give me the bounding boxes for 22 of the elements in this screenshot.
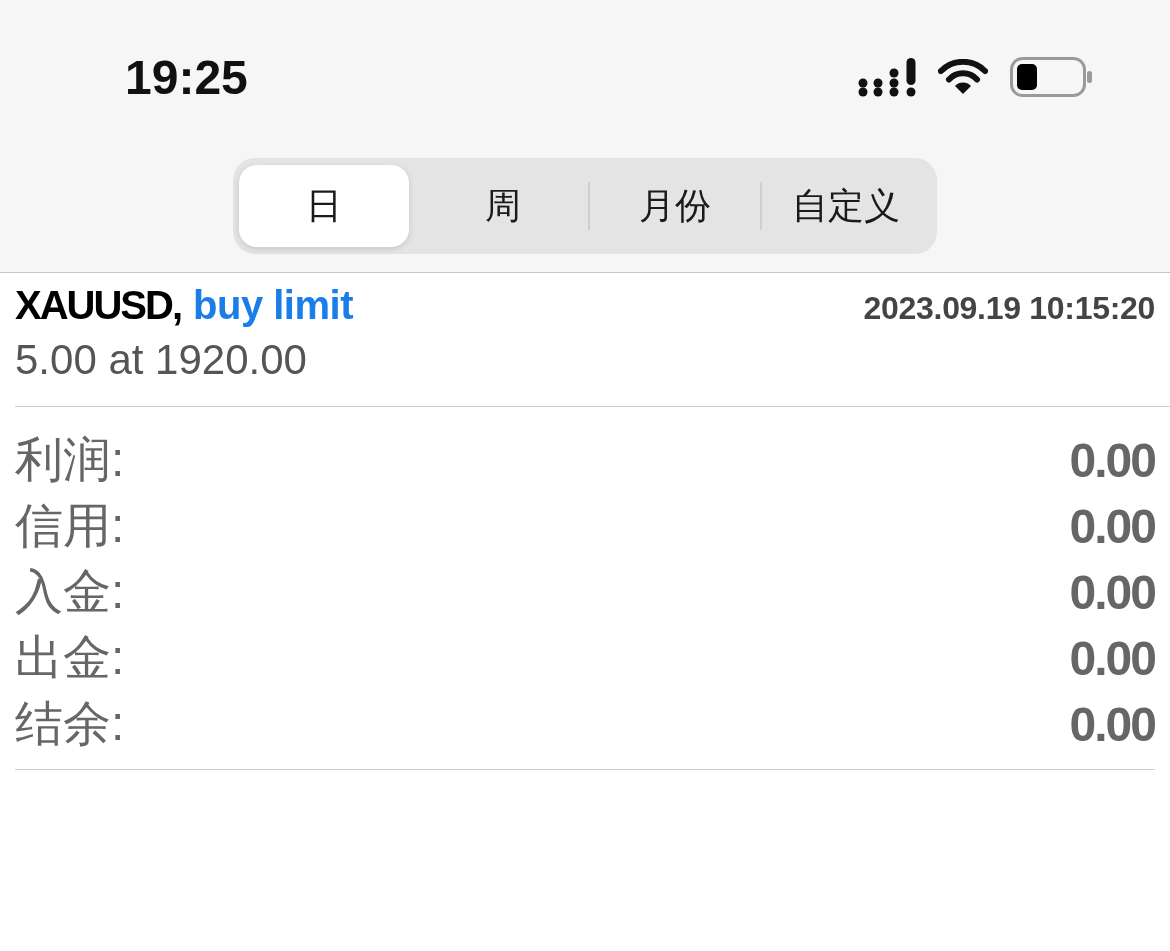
order-type: buy limit [193, 283, 353, 328]
order-volume-price: 5.00 at 1920.00 [15, 336, 308, 384]
period-tab[interactable]: 周 [418, 165, 588, 247]
summary-label: 入金: [15, 564, 125, 620]
period-tab[interactable]: 月份 [590, 165, 760, 247]
signal-icon [858, 56, 916, 97]
summary-label: 利润: [15, 432, 125, 488]
summary-label: 出金: [15, 630, 125, 686]
summary-value: 0.00 [1069, 630, 1155, 686]
battery-icon [1010, 56, 1092, 97]
order-time: 2023.09.19 10:15:20 [863, 290, 1155, 327]
summary-label: 信用: [15, 498, 125, 554]
period-tab[interactable]: 日 [239, 165, 409, 247]
summary-value: 0.00 [1069, 564, 1155, 620]
summary-value: 0.00 [1069, 498, 1155, 554]
period-tab[interactable]: 自定义 [761, 165, 931, 247]
wifi-icon [938, 58, 988, 95]
summary-value: 0.00 [1069, 432, 1155, 488]
status-time: 19:25 [125, 50, 248, 105]
summary-value: 0.00 [1069, 696, 1155, 752]
summary-label: 结余: [15, 696, 125, 752]
order-symbol: XAUUSD, [15, 283, 182, 328]
